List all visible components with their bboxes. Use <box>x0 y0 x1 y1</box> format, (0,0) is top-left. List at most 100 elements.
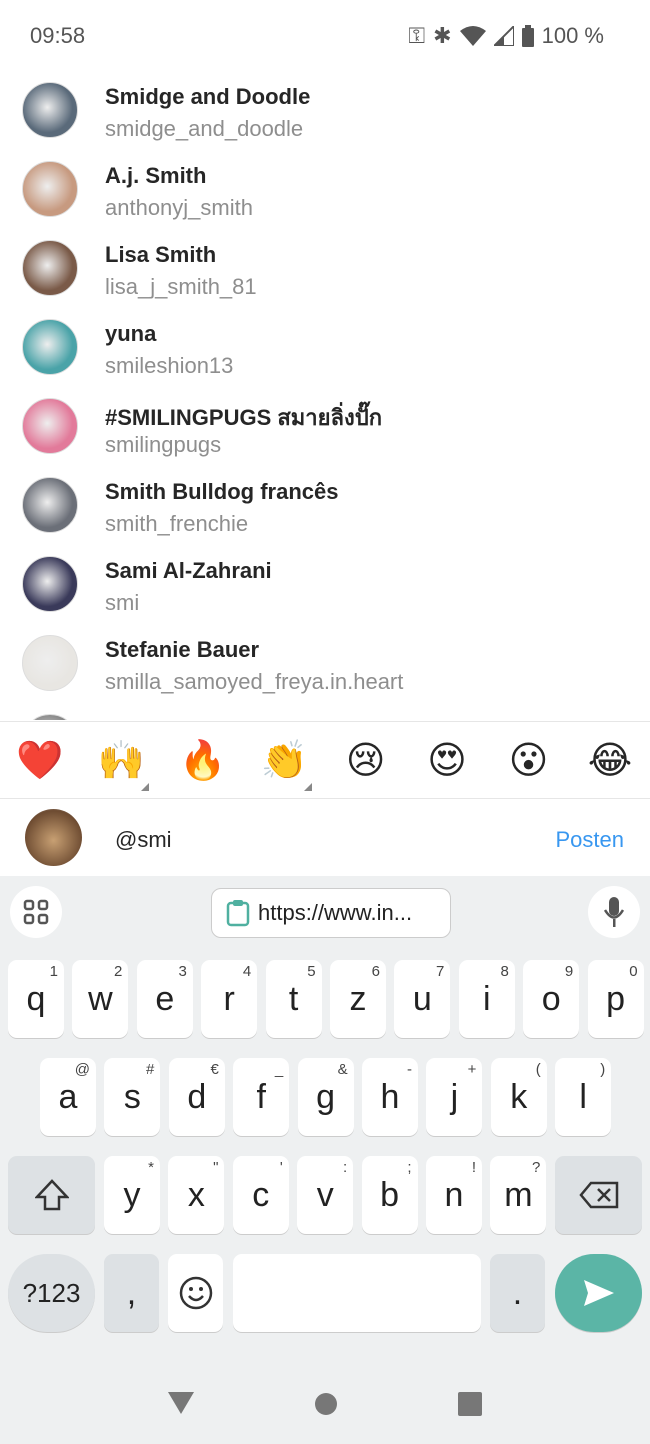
key-v[interactable]: v: <box>297 1156 354 1234</box>
back-icon[interactable] <box>168 1392 194 1416</box>
emoji-button[interactable]: 🔥 <box>175 738 231 783</box>
key-label: k <box>510 1077 528 1116</box>
comment-composer: Posten <box>0 800 650 876</box>
suggestion-item[interactable]: #SMILINGPUGS สมายลิ่งปั๊ก smilingpugs <box>0 386 650 465</box>
display-name: A.j. Smith <box>105 163 207 188</box>
symbols-key[interactable]: ?123 <box>8 1254 95 1332</box>
key-f[interactable]: f _ <box>233 1058 290 1136</box>
comma-key[interactable]: , <box>104 1254 159 1332</box>
key-n[interactable]: n! <box>426 1156 482 1234</box>
emoji-button[interactable]: ❤️ <box>12 738 68 783</box>
post-button[interactable]: Posten <box>556 827 625 853</box>
username: smidge_and_doodle <box>105 116 304 141</box>
key-r[interactable]: r4 <box>201 960 258 1038</box>
key-l[interactable]: l) <box>555 1058 612 1136</box>
emoji-button[interactable]: 👏 <box>256 738 313 791</box>
key-hint: 5 <box>307 963 316 980</box>
emoji-button[interactable]: 🙌 <box>93 738 150 791</box>
key-y[interactable]: y * <box>104 1156 160 1234</box>
key-label: s <box>123 1077 141 1116</box>
suggestion-item[interactable]: Stefanie Bauer smilla_samoyed_freya.in.he… <box>0 623 650 702</box>
key-hint: ; <box>407 1159 412 1176</box>
key-w[interactable]: w2 <box>72 960 129 1038</box>
keyboard: https://www.in... q 1 w 2 e 3 r 4 t 5 z 6 u 7 i 8 o 9 p 0 a @… <box>0 876 650 1444</box>
backspace-key[interactable] <box>555 1156 642 1234</box>
key-label: v <box>316 1175 334 1214</box>
emoji-button[interactable]: 😂 <box>582 738 638 782</box>
key-hint: 1 <box>49 963 58 980</box>
backspace-icon <box>578 1181 618 1209</box>
key-hint: # <box>146 1061 155 1078</box>
status-bar: 09:58 ⚿ ✱ 100 % <box>0 0 650 70</box>
key-label: b <box>380 1175 400 1214</box>
key-label: y <box>123 1175 141 1214</box>
key-c[interactable]: c ' <box>232 1156 289 1234</box>
key-label: x <box>187 1175 205 1214</box>
key-m[interactable]: m? <box>490 1156 547 1234</box>
clipboard-link-icon <box>226 900 250 927</box>
key-j[interactable]: j + <box>426 1058 483 1136</box>
key-hint: 2 <box>114 963 123 980</box>
key-x[interactable]: x " <box>168 1156 225 1234</box>
emoji-button[interactable]: 😮 <box>501 738 557 782</box>
home-icon[interactable] <box>314 1392 338 1416</box>
emoji: 😍 <box>427 738 467 782</box>
key-q[interactable]: q1 <box>8 960 64 1038</box>
clipboard-suggestion[interactable]: https://www.in... <box>211 888 451 938</box>
key-z[interactable]: z6 <box>330 960 386 1038</box>
avatar <box>22 161 78 217</box>
key-hint: 0 <box>629 963 638 980</box>
key-i[interactable]: i8 <box>458 960 515 1038</box>
battery-icon <box>521 25 534 47</box>
key-label: h <box>380 1077 400 1116</box>
key-e[interactable]: e3 <box>136 960 193 1038</box>
suggestion-item[interactable]: Lisa Smith lisa_j_smith_81 <box>0 228 650 307</box>
emoji-button[interactable]: 😍 <box>419 738 475 782</box>
suggestion-item[interactable]: Sami Al-Zahrani smi <box>0 544 650 623</box>
suggestion-item[interactable]: yuna smileshion13 <box>0 307 650 386</box>
emoji-key[interactable] <box>168 1254 223 1332</box>
emoji: 😂 <box>587 738 633 782</box>
shift-key[interactable] <box>8 1156 95 1234</box>
avatar <box>22 240 78 296</box>
avatar <box>22 82 78 138</box>
space-key[interactable] <box>233 1254 481 1332</box>
key-d[interactable]: d € <box>168 1058 225 1136</box>
key-t[interactable]: t5 <box>265 960 322 1038</box>
microphone-icon[interactable] <box>588 886 640 938</box>
variants-indicator <box>141 782 150 791</box>
key-h[interactable]: h- <box>362 1058 418 1136</box>
key-b[interactable]: b; <box>361 1156 418 1234</box>
key-label: u <box>412 979 432 1018</box>
avatar <box>25 809 82 866</box>
period-key[interactable]: . <box>490 1254 545 1332</box>
key-g[interactable]: g & <box>297 1058 354 1136</box>
recents-icon[interactable] <box>458 1392 482 1416</box>
send-key[interactable] <box>555 1254 642 1332</box>
suggestion-item[interactable]: Smidge and Doodle smidge_and_doodle <box>0 70 650 149</box>
display-name: Stefanie Bauer <box>105 637 260 662</box>
key-hint: 4 <box>242 963 252 980</box>
suggestion-item[interactable]: O MIYA <box>0 702 650 720</box>
key-label: t <box>288 979 299 1018</box>
key-a[interactable]: a @ <box>40 1058 96 1136</box>
key-label: d <box>187 1077 207 1116</box>
key-p[interactable]: p0 <box>587 960 644 1038</box>
key-k[interactable]: k( <box>490 1058 547 1136</box>
key-label: j <box>450 1077 459 1116</box>
key-s[interactable]: s # <box>104 1058 161 1136</box>
key-o[interactable]: o9 <box>523 960 580 1038</box>
key-hint: ( <box>535 1061 541 1078</box>
key-label: e <box>155 979 175 1018</box>
key-hint: ? <box>532 1159 541 1176</box>
suggestion-item[interactable]: A.j. Smith anthonyj_smith <box>0 149 650 228</box>
comment-input[interactable] <box>115 827 403 853</box>
suggestion-item[interactable]: Smith Bulldog francês smith_frenchie <box>0 465 650 544</box>
avatar <box>22 714 78 720</box>
bluetooth-icon: ✱ <box>433 23 452 49</box>
key-u[interactable]: u7 <box>394 960 451 1038</box>
emoji-button[interactable]: 😢 <box>338 738 394 782</box>
key-label: n <box>444 1175 464 1214</box>
apps-grid-icon[interactable] <box>10 886 62 938</box>
emoji-bar: ❤️ 🙌 🔥 👏 😢 😍 😮 😂 <box>0 721 650 799</box>
